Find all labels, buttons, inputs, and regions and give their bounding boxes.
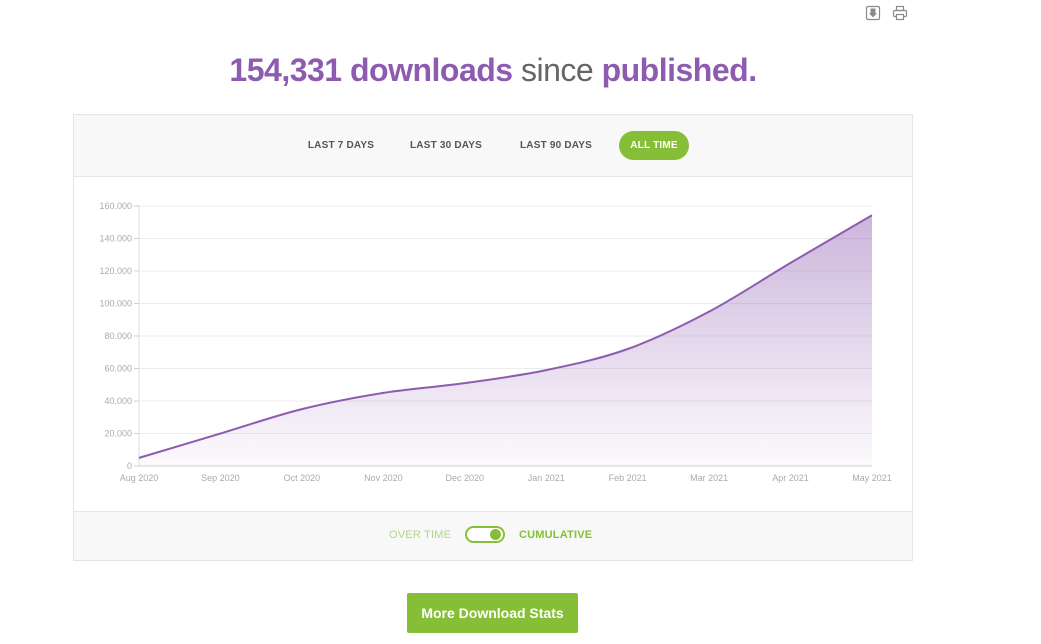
y-tick-label: 60.000 xyxy=(104,364,132,374)
y-tick-label: 100.000 xyxy=(99,299,132,309)
page-title: 154,331 downloads since published. xyxy=(0,52,986,89)
headline-downloads-word: downloads xyxy=(349,52,513,88)
tab-all-time[interactable]: ALL TIME xyxy=(619,131,689,160)
data-point[interactable] xyxy=(137,456,141,460)
data-point[interactable] xyxy=(300,407,304,411)
y-tick-label: 140.000 xyxy=(99,234,132,244)
x-tick-label: Oct 2020 xyxy=(284,473,321,483)
toggle-knob xyxy=(490,529,501,540)
toggle-over-time-label[interactable]: OVER TIME xyxy=(389,529,451,541)
cumulative-toggle-switch[interactable] xyxy=(465,526,505,543)
period-tabs: LAST 7 DAYS LAST 30 DAYS LAST 90 DAYS AL… xyxy=(74,115,912,177)
data-point[interactable] xyxy=(381,391,385,395)
y-tick-label: 160.000 xyxy=(99,201,132,211)
print-icon[interactable] xyxy=(892,5,908,21)
y-tick-label: 20.000 xyxy=(104,429,132,439)
data-point[interactable] xyxy=(870,213,874,217)
x-tick-label: Sep 2020 xyxy=(201,473,240,483)
y-tick-label: 0 xyxy=(127,461,132,471)
y-tick-label: 80.000 xyxy=(104,331,132,341)
x-tick-label: Feb 2021 xyxy=(609,473,647,483)
y-tick-label: 120.000 xyxy=(99,266,132,276)
toolbar xyxy=(865,5,908,21)
x-tick-label: May 2021 xyxy=(852,473,892,483)
stats-panel: LAST 7 DAYS LAST 30 DAYS LAST 90 DAYS AL… xyxy=(73,114,913,561)
data-point[interactable] xyxy=(218,432,222,436)
data-point[interactable] xyxy=(789,261,793,265)
x-tick-label: Nov 2020 xyxy=(364,473,403,483)
x-tick-label: Jan 2021 xyxy=(528,473,565,483)
chart-svg: 0 20.000 40.000 60.000 80.000 100.000 120.000 1… xyxy=(99,201,892,483)
x-tick-label: Mar 2021 xyxy=(690,473,728,483)
data-point[interactable] xyxy=(544,368,548,372)
headline-published-word: published. xyxy=(601,52,758,88)
more-download-stats-button[interactable]: More Download Stats xyxy=(407,593,578,633)
data-point[interactable] xyxy=(707,310,711,314)
tab-last-7-days[interactable]: LAST 7 DAYS xyxy=(304,131,378,160)
download-count: 154,331 xyxy=(229,52,342,88)
headline-since-word: since xyxy=(520,52,594,88)
data-point[interactable] xyxy=(463,381,467,385)
toggle-cumulative-label[interactable]: CUMULATIVE xyxy=(519,529,592,541)
downloads-chart: 0 20.000 40.000 60.000 80.000 100.000 120.000 1… xyxy=(74,177,912,511)
y-tick-label: 40.000 xyxy=(104,396,132,406)
download-icon[interactable] xyxy=(865,5,881,21)
tab-last-30-days[interactable]: LAST 30 DAYS xyxy=(407,131,485,160)
data-point[interactable] xyxy=(626,347,630,351)
series-area xyxy=(139,215,872,466)
x-tick-label: Aug 2020 xyxy=(120,473,159,483)
x-tick-label: Dec 2020 xyxy=(446,473,485,483)
chart-mode-toggle: OVER TIME CUMULATIVE xyxy=(74,511,912,560)
tab-last-90-days[interactable]: LAST 90 DAYS xyxy=(517,131,595,160)
x-tick-label: Apr 2021 xyxy=(772,473,809,483)
